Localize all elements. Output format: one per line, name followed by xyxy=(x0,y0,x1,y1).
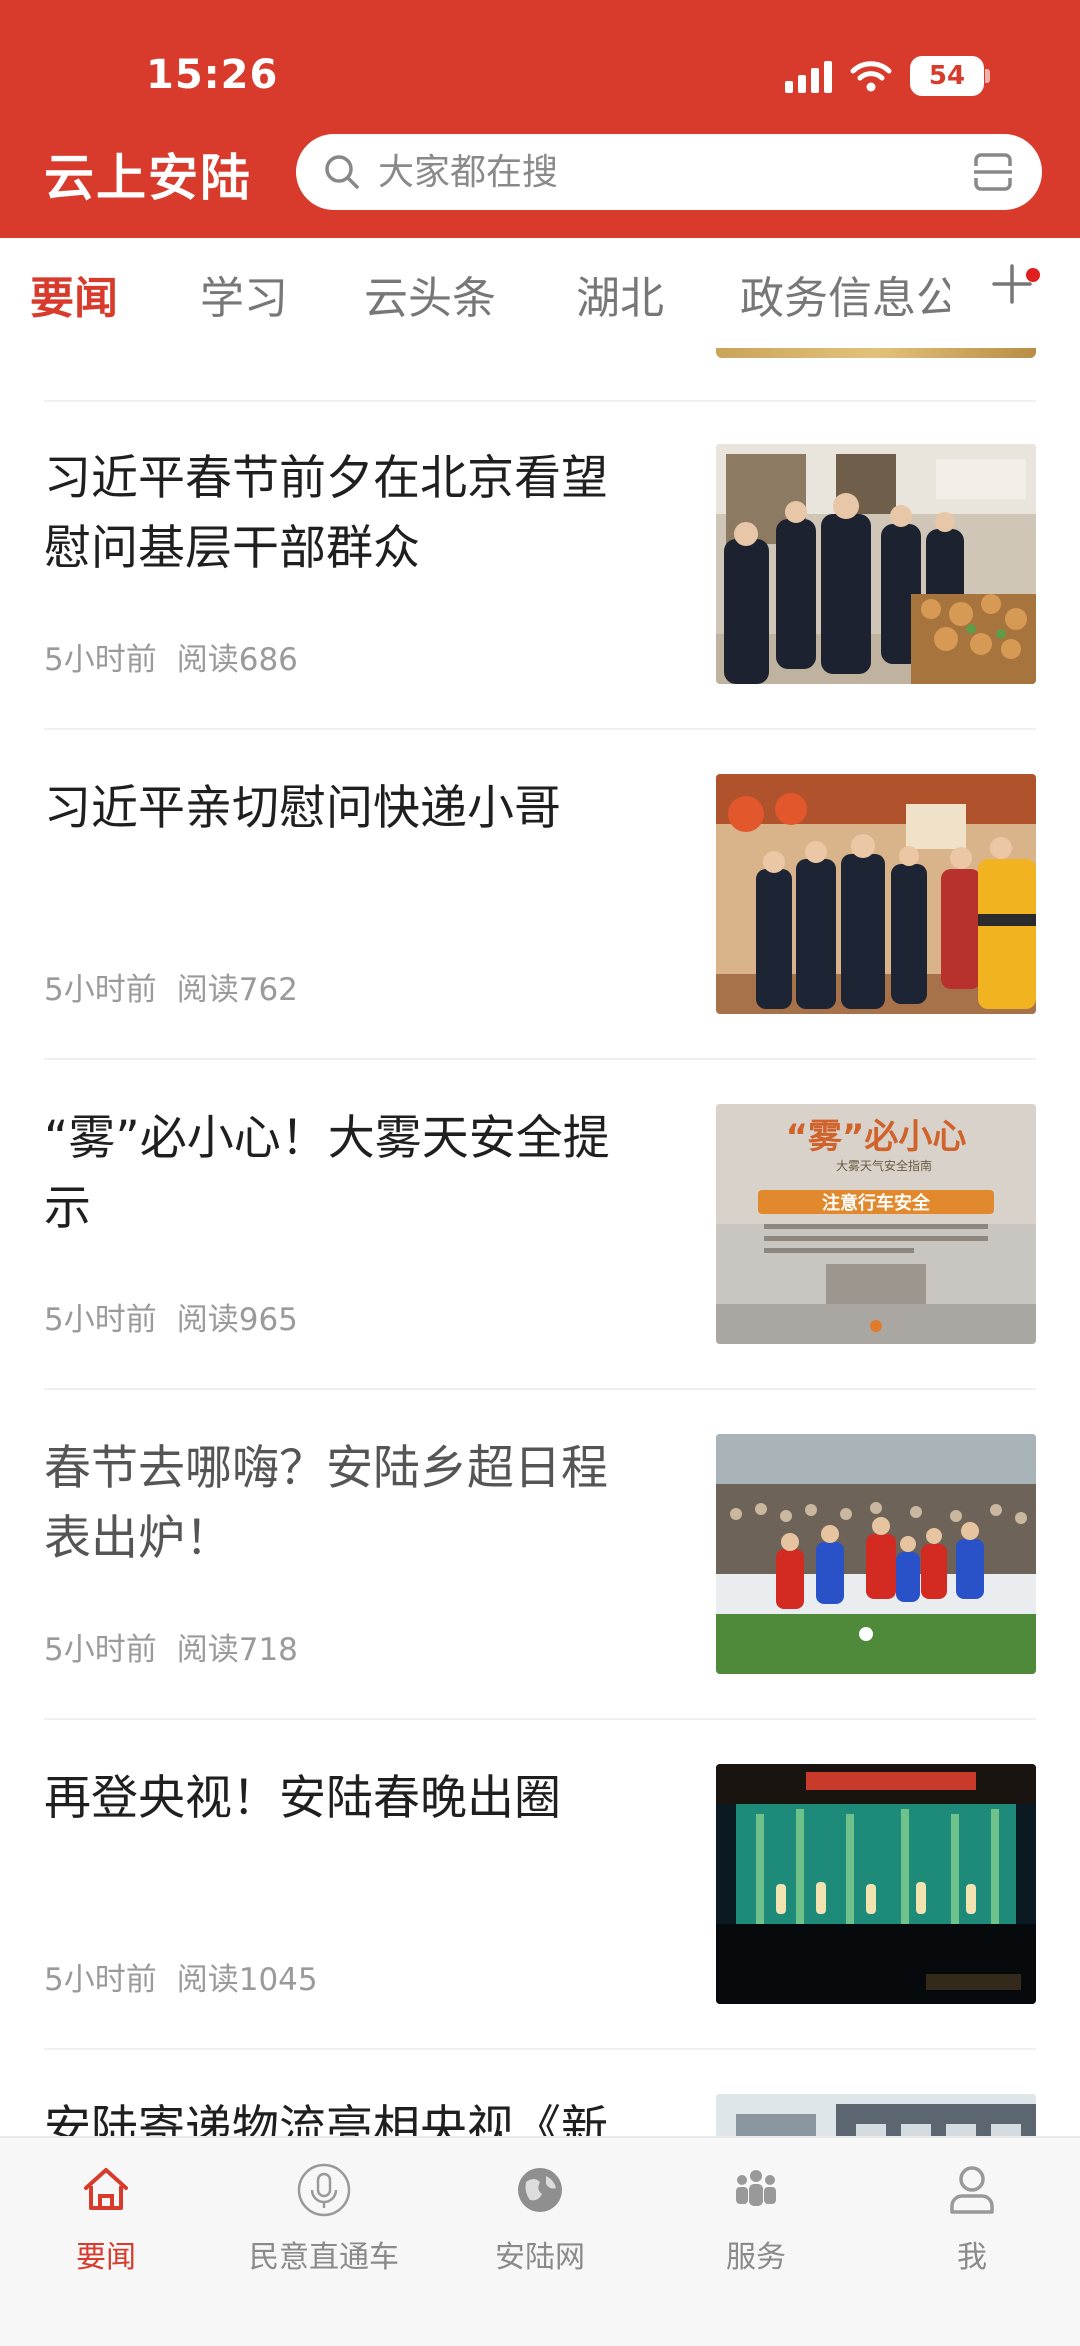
article-thumbnail: “雾”必小心 大雾天气安全指南 注意行车安全 xyxy=(716,1104,1036,1344)
article-time: 5小时前 xyxy=(44,1632,157,1668)
article-reads: 阅读762 xyxy=(176,972,298,1008)
bottom-navigation: 要闻 民意直通车 安陆网 服务 我 xyxy=(0,2136,1080,2346)
article-title: 习近平亲切慰问快递小哥 xyxy=(44,781,561,836)
thumbnail-partial xyxy=(716,348,1036,358)
article-thumbnail xyxy=(716,1434,1036,1674)
channel-tabs: 要闻 学习 云头条 湖北 政务信息公 xyxy=(0,238,1080,348)
tab-yaowen[interactable]: 要闻 xyxy=(30,262,118,326)
globe-icon xyxy=(518,2168,562,2212)
article-item[interactable]: 习近平亲切慰问快递小哥 5小时前 阅读762 xyxy=(0,774,1080,1104)
search-icon xyxy=(325,155,359,189)
article-item[interactable]: 习近平春节前夕在北京看望慰问基层干部群众 5小时前 阅读686 xyxy=(0,444,1080,774)
article-meta: 5小时前 阅读762 xyxy=(44,964,298,1009)
home-icon xyxy=(84,2168,128,2210)
fog-poster-banner: 注意行车安全 xyxy=(822,1192,931,1214)
divider xyxy=(44,728,1036,730)
nav-anluwang[interactable]: 安陆网 xyxy=(440,2152,640,2292)
article-meta: 5小时前 阅读718 xyxy=(44,1624,298,1669)
people-icon xyxy=(736,2170,776,2206)
tab-hubei[interactable]: 湖北 xyxy=(576,262,664,326)
article-item[interactable]: 安陆寄递物流亮相央视《新 xyxy=(0,2094,1080,2136)
fog-poster-subtitle: 大雾天气安全指南 xyxy=(836,1158,932,1173)
search-bar[interactable] xyxy=(296,134,1042,210)
article-item[interactable]: 再登央视！安陆春晚出圈 5小时前 阅读1045 xyxy=(0,1764,1080,2094)
article-item[interactable]: “雾”必小心！大雾天安全提示 5小时前 阅读965 “雾”必小心 大雾天气安全指南… xyxy=(0,1104,1080,1434)
search-input[interactable] xyxy=(378,146,938,198)
status-icons: 54 xyxy=(785,56,990,96)
article-thumbnail xyxy=(716,1764,1036,2004)
news-feed[interactable]: 习近平春节前夕在北京看望慰问基层干部群众 5小时前 阅读686 习近平亲切慰问快… xyxy=(0,348,1080,2136)
nav-yaowen[interactable]: 要闻 xyxy=(6,2152,206,2292)
article-thumbnail xyxy=(716,774,1036,1014)
wifi-icon xyxy=(850,61,892,92)
article-title: 再登央视！安陆春晚出圈 xyxy=(44,1771,561,1826)
article-time: 5小时前 xyxy=(44,972,157,1008)
battery-icon: 54 xyxy=(910,56,990,96)
article-time: 5小时前 xyxy=(44,642,157,678)
tab-xuexi[interactable]: 学习 xyxy=(200,262,288,326)
nav-me[interactable]: 我 xyxy=(872,2152,1072,2292)
status-bar: 15:26 54 xyxy=(0,0,1080,130)
divider xyxy=(44,2048,1036,2050)
article-meta: 5小时前 阅读686 xyxy=(44,634,298,679)
divider xyxy=(44,400,1036,402)
status-time: 15:26 xyxy=(146,52,279,98)
fog-poster-title: “雾”必小心 xyxy=(786,1117,967,1157)
signal-icon xyxy=(785,59,832,93)
article-title: 习近平春节前夕在北京看望慰问基层干部群众 xyxy=(44,451,608,576)
nav-fuwu[interactable]: 服务 xyxy=(656,2152,856,2292)
article-reads: 阅读718 xyxy=(176,1632,298,1668)
nav-label: 我 xyxy=(957,2240,987,2275)
divider xyxy=(44,1058,1036,1060)
scan-icon[interactable] xyxy=(972,152,1014,192)
person-icon xyxy=(950,2166,994,2214)
article-thumbnail xyxy=(716,2094,1036,2136)
article-time: 5小时前 xyxy=(44,1962,157,1998)
divider xyxy=(44,1388,1036,1390)
article-meta: 5小时前 阅读1045 xyxy=(44,1954,318,1999)
article-meta: 5小时前 阅读965 xyxy=(44,1294,298,1339)
article-item[interactable]: 春节去哪嗨？安陆乡超日程表出炉！ 5小时前 阅读718 xyxy=(0,1434,1080,1764)
battery-level: 54 xyxy=(928,61,966,91)
app-title: 云上安陆 xyxy=(44,149,252,207)
notification-dot xyxy=(1026,268,1040,282)
add-channel-icon[interactable] xyxy=(990,262,1034,306)
tab-yuntoutiao[interactable]: 云头条 xyxy=(364,262,496,326)
nav-label: 要闻 xyxy=(76,2240,136,2275)
article-title: 安陆寄递物流亮相央视《新 xyxy=(44,2101,608,2136)
divider xyxy=(44,1718,1036,1720)
nav-label: 民意直通车 xyxy=(249,2240,399,2275)
article-time: 5小时前 xyxy=(44,1302,157,1338)
article-title: 春节去哪嗨？安陆乡超日程表出炉！ xyxy=(44,1441,608,1566)
microphone-icon xyxy=(297,2163,351,2217)
article-reads: 阅读965 xyxy=(176,1302,298,1338)
article-reads: 阅读686 xyxy=(176,642,298,678)
article-title: “雾”必小心！大雾天安全提示 xyxy=(44,1111,610,1236)
tab-zhengwu[interactable]: 政务信息公 xyxy=(740,262,950,326)
nav-label: 服务 xyxy=(726,2240,786,2275)
nav-minyi[interactable]: 民意直通车 xyxy=(224,2152,424,2292)
article-reads: 阅读1045 xyxy=(176,1962,318,1998)
article-thumbnail xyxy=(716,444,1036,684)
app-header: 15:26 54 云上安陆 xyxy=(0,0,1080,238)
nav-label: 安陆网 xyxy=(495,2240,585,2275)
